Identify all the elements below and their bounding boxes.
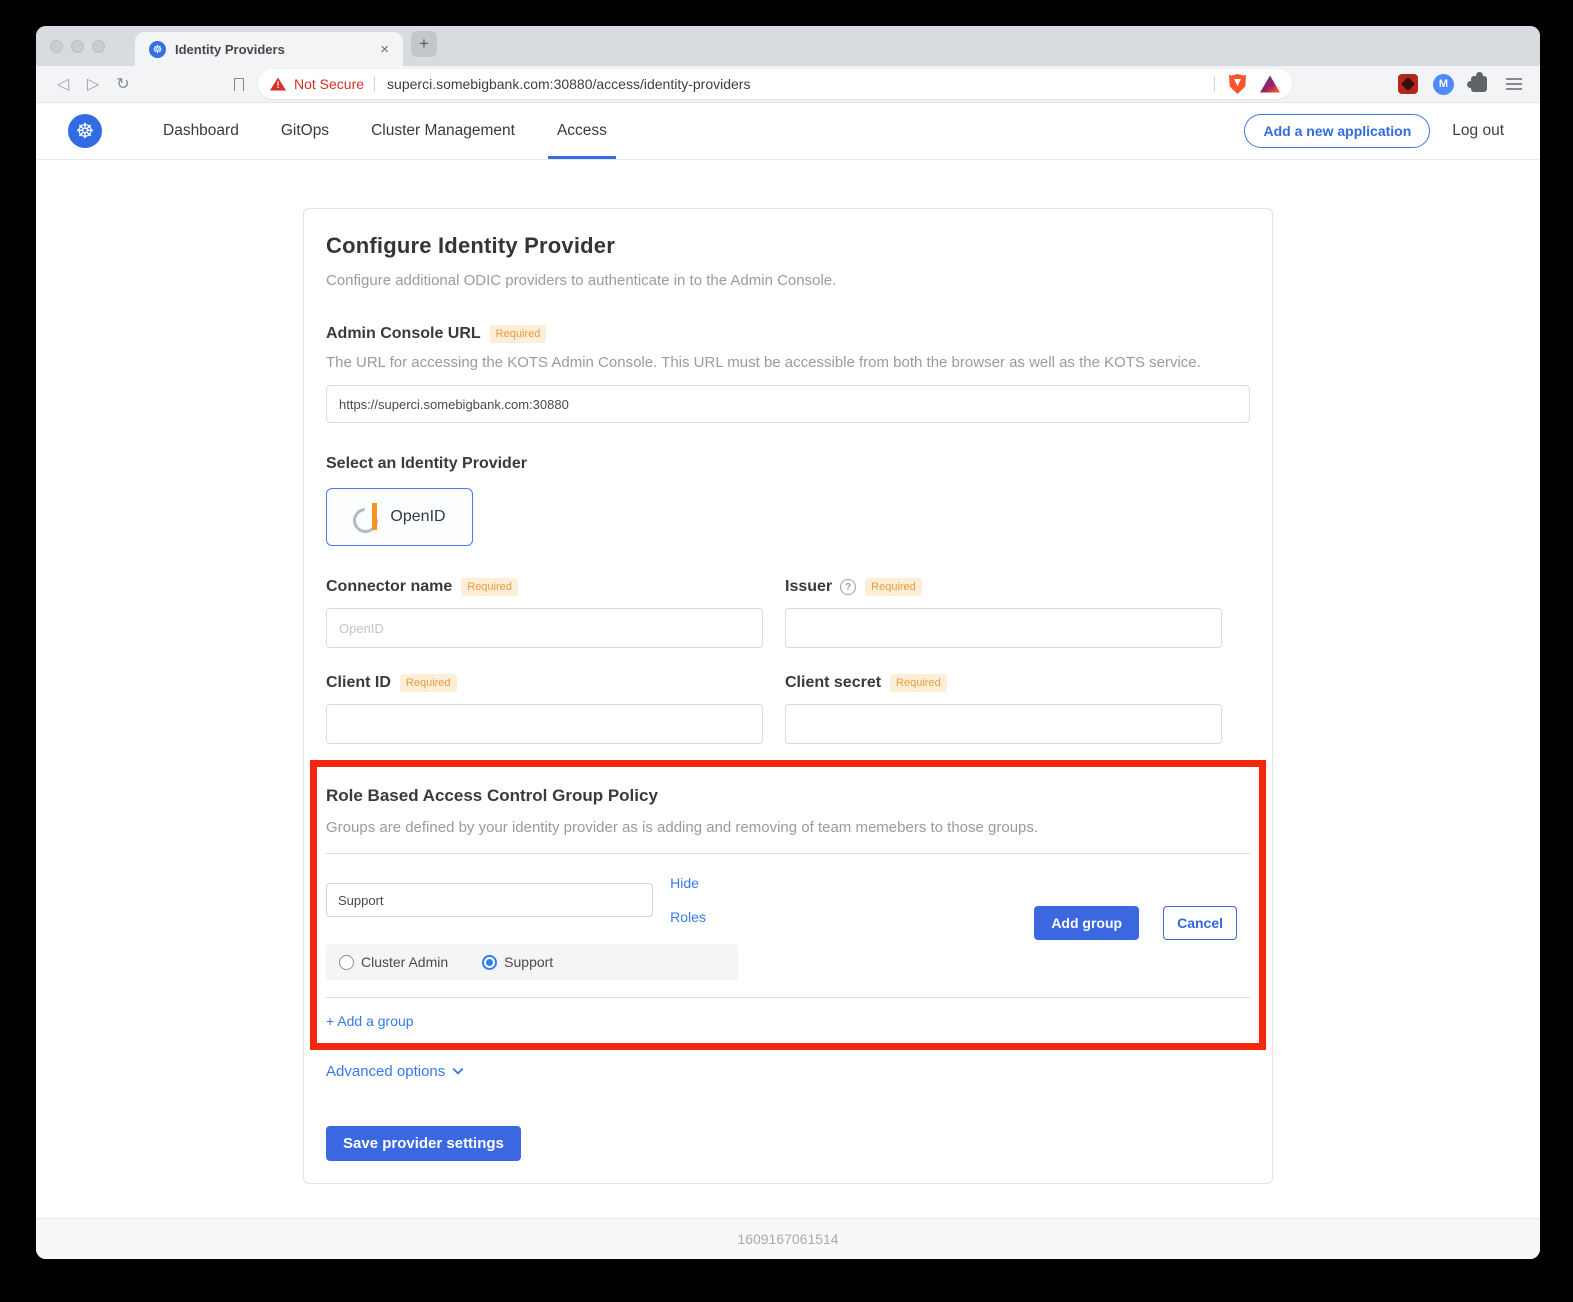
advanced-options-label: Advanced options	[326, 1063, 445, 1080]
tab-title: Identity Providers	[175, 42, 376, 57]
minimize-window-button[interactable]	[71, 40, 84, 53]
client-secret-label: Client secret	[785, 674, 881, 692]
required-badge: Required	[865, 578, 922, 596]
roles-panel: Cluster Admin Support	[326, 944, 738, 980]
app-navbar: ☸ Dashboard GitOps Cluster Management Ac…	[36, 103, 1540, 160]
page-title: Configure Identity Provider	[326, 233, 1250, 259]
close-window-button[interactable]	[50, 40, 63, 53]
connector-name-input[interactable]	[326, 608, 763, 648]
rbac-section-title: Role Based Access Control Group Policy	[326, 786, 1250, 806]
client-secret-input[interactable]	[785, 704, 1222, 744]
tab-strip: ☸ Identity Providers × +	[36, 26, 1540, 66]
url-bar[interactable]: ! Not Secure superci.somebigbank.com:308…	[258, 69, 1292, 99]
group-name-input[interactable]	[326, 883, 653, 917]
extensions-puzzle-icon[interactable]	[1471, 76, 1487, 92]
openid-icon	[353, 503, 381, 531]
reload-icon[interactable]: ↻	[108, 74, 138, 94]
chevron-down-icon	[453, 1063, 464, 1074]
nav-item-access[interactable]: Access	[548, 103, 616, 159]
close-tab-icon[interactable]: ×	[376, 41, 393, 58]
not-secure-warning-icon: !	[270, 78, 286, 91]
required-badge: Required	[400, 674, 457, 692]
role-option-support[interactable]: Support	[482, 954, 553, 970]
menu-hamburger-icon[interactable]	[1506, 83, 1522, 85]
client-id-label: Client ID	[326, 674, 391, 692]
page-footer: 1609167061514	[36, 1218, 1540, 1259]
kubernetes-favicon: ☸	[149, 41, 166, 58]
radio-support[interactable]	[482, 955, 497, 970]
cancel-button[interactable]: Cancel	[1163, 906, 1237, 940]
admin-console-url-input[interactable]	[326, 385, 1250, 423]
client-id-field: Client ID Required	[326, 674, 763, 744]
back-icon[interactable]: ◁	[48, 74, 78, 94]
connector-name-label: Connector name	[326, 578, 452, 596]
page-content: Configure Identity Provider Configure ad…	[36, 160, 1540, 1218]
page-subtitle: Configure additional ODIC providers to a…	[326, 272, 1250, 289]
role-option-cluster-admin[interactable]: Cluster Admin	[339, 954, 448, 970]
forward-icon[interactable]: ▷	[78, 74, 108, 94]
url-text[interactable]: superci.somebigbank.com:30880/access/ide…	[387, 76, 1204, 92]
divider	[326, 853, 1250, 854]
new-tab-button[interactable]: +	[411, 31, 437, 57]
openid-option-label: OpenID	[390, 508, 445, 526]
browser-tab[interactable]: ☸ Identity Providers ×	[135, 32, 403, 66]
advanced-options-toggle[interactable]: Advanced options	[326, 1063, 1250, 1080]
not-secure-label[interactable]: Not Secure	[294, 76, 364, 92]
window-controls	[36, 40, 117, 53]
brave-shield-icon[interactable]	[1229, 74, 1246, 94]
provider-fields-grid: Connector name Required Issuer ? Require…	[326, 578, 1250, 744]
url-divider	[1214, 76, 1215, 92]
issuer-field: Issuer ? Required	[785, 578, 1222, 648]
required-badge: Required	[890, 674, 947, 692]
profile-avatar[interactable]: M	[1433, 74, 1454, 95]
extensions-area: M	[1398, 74, 1528, 95]
url-divider	[374, 76, 375, 92]
admin-console-url-help: The URL for accessing the KOTS Admin Con…	[326, 354, 1250, 371]
add-group-button[interactable]: Add group	[1034, 906, 1139, 940]
identity-provider-card: Configure Identity Provider Configure ad…	[303, 208, 1273, 1184]
kubernetes-logo: ☸	[68, 114, 102, 148]
required-badge: Required	[461, 578, 518, 596]
admin-console-url-label: Admin Console URL Required	[326, 325, 1250, 343]
annotation-rectangle: Role Based Access Control Group Policy G…	[310, 760, 1266, 1050]
bookmark-icon[interactable]	[234, 78, 244, 91]
bat-rewards-icon[interactable]	[1260, 76, 1280, 93]
select-provider-label: Select an Identity Provider	[326, 455, 1250, 473]
add-new-application-button[interactable]: Add a new application	[1244, 114, 1430, 148]
connector-name-field: Connector name Required	[326, 578, 763, 648]
radio-cluster-admin[interactable]	[339, 955, 354, 970]
hide-roles-link[interactable]: Hide Roles	[670, 866, 738, 934]
nav-item-cluster-management[interactable]: Cluster Management	[362, 103, 524, 159]
client-id-input[interactable]	[326, 704, 763, 744]
browser-toolbar: ◁ ▷ ↻ ! Not Secure superci.somebigbank.c…	[36, 66, 1540, 103]
footer-timestamp: 1609167061514	[737, 1231, 838, 1247]
group-row: Hide Roles Cluster Admin Support	[326, 866, 1250, 980]
required-badge: Required	[490, 325, 547, 343]
client-secret-field: Client secret Required	[785, 674, 1222, 744]
logout-link[interactable]: Log out	[1452, 122, 1508, 140]
divider	[326, 997, 1250, 998]
extension-icon[interactable]	[1398, 74, 1418, 94]
browser-window: ☸ Identity Providers × + ◁ ▷ ↻ ! Not Sec…	[36, 26, 1540, 1259]
save-provider-settings-button[interactable]: Save provider settings	[326, 1126, 521, 1161]
help-question-icon[interactable]: ?	[840, 579, 856, 595]
issuer-input[interactable]	[785, 608, 1222, 648]
maximize-window-button[interactable]	[92, 40, 105, 53]
nav-item-dashboard[interactable]: Dashboard	[154, 103, 248, 159]
openid-provider-option[interactable]: OpenID	[326, 488, 473, 546]
issuer-label: Issuer	[785, 578, 832, 596]
rbac-section-description: Groups are defined by your identity prov…	[326, 819, 1250, 836]
add-a-group-link[interactable]: + Add a group	[326, 1013, 414, 1029]
nav-item-gitops[interactable]: GitOps	[272, 103, 338, 159]
